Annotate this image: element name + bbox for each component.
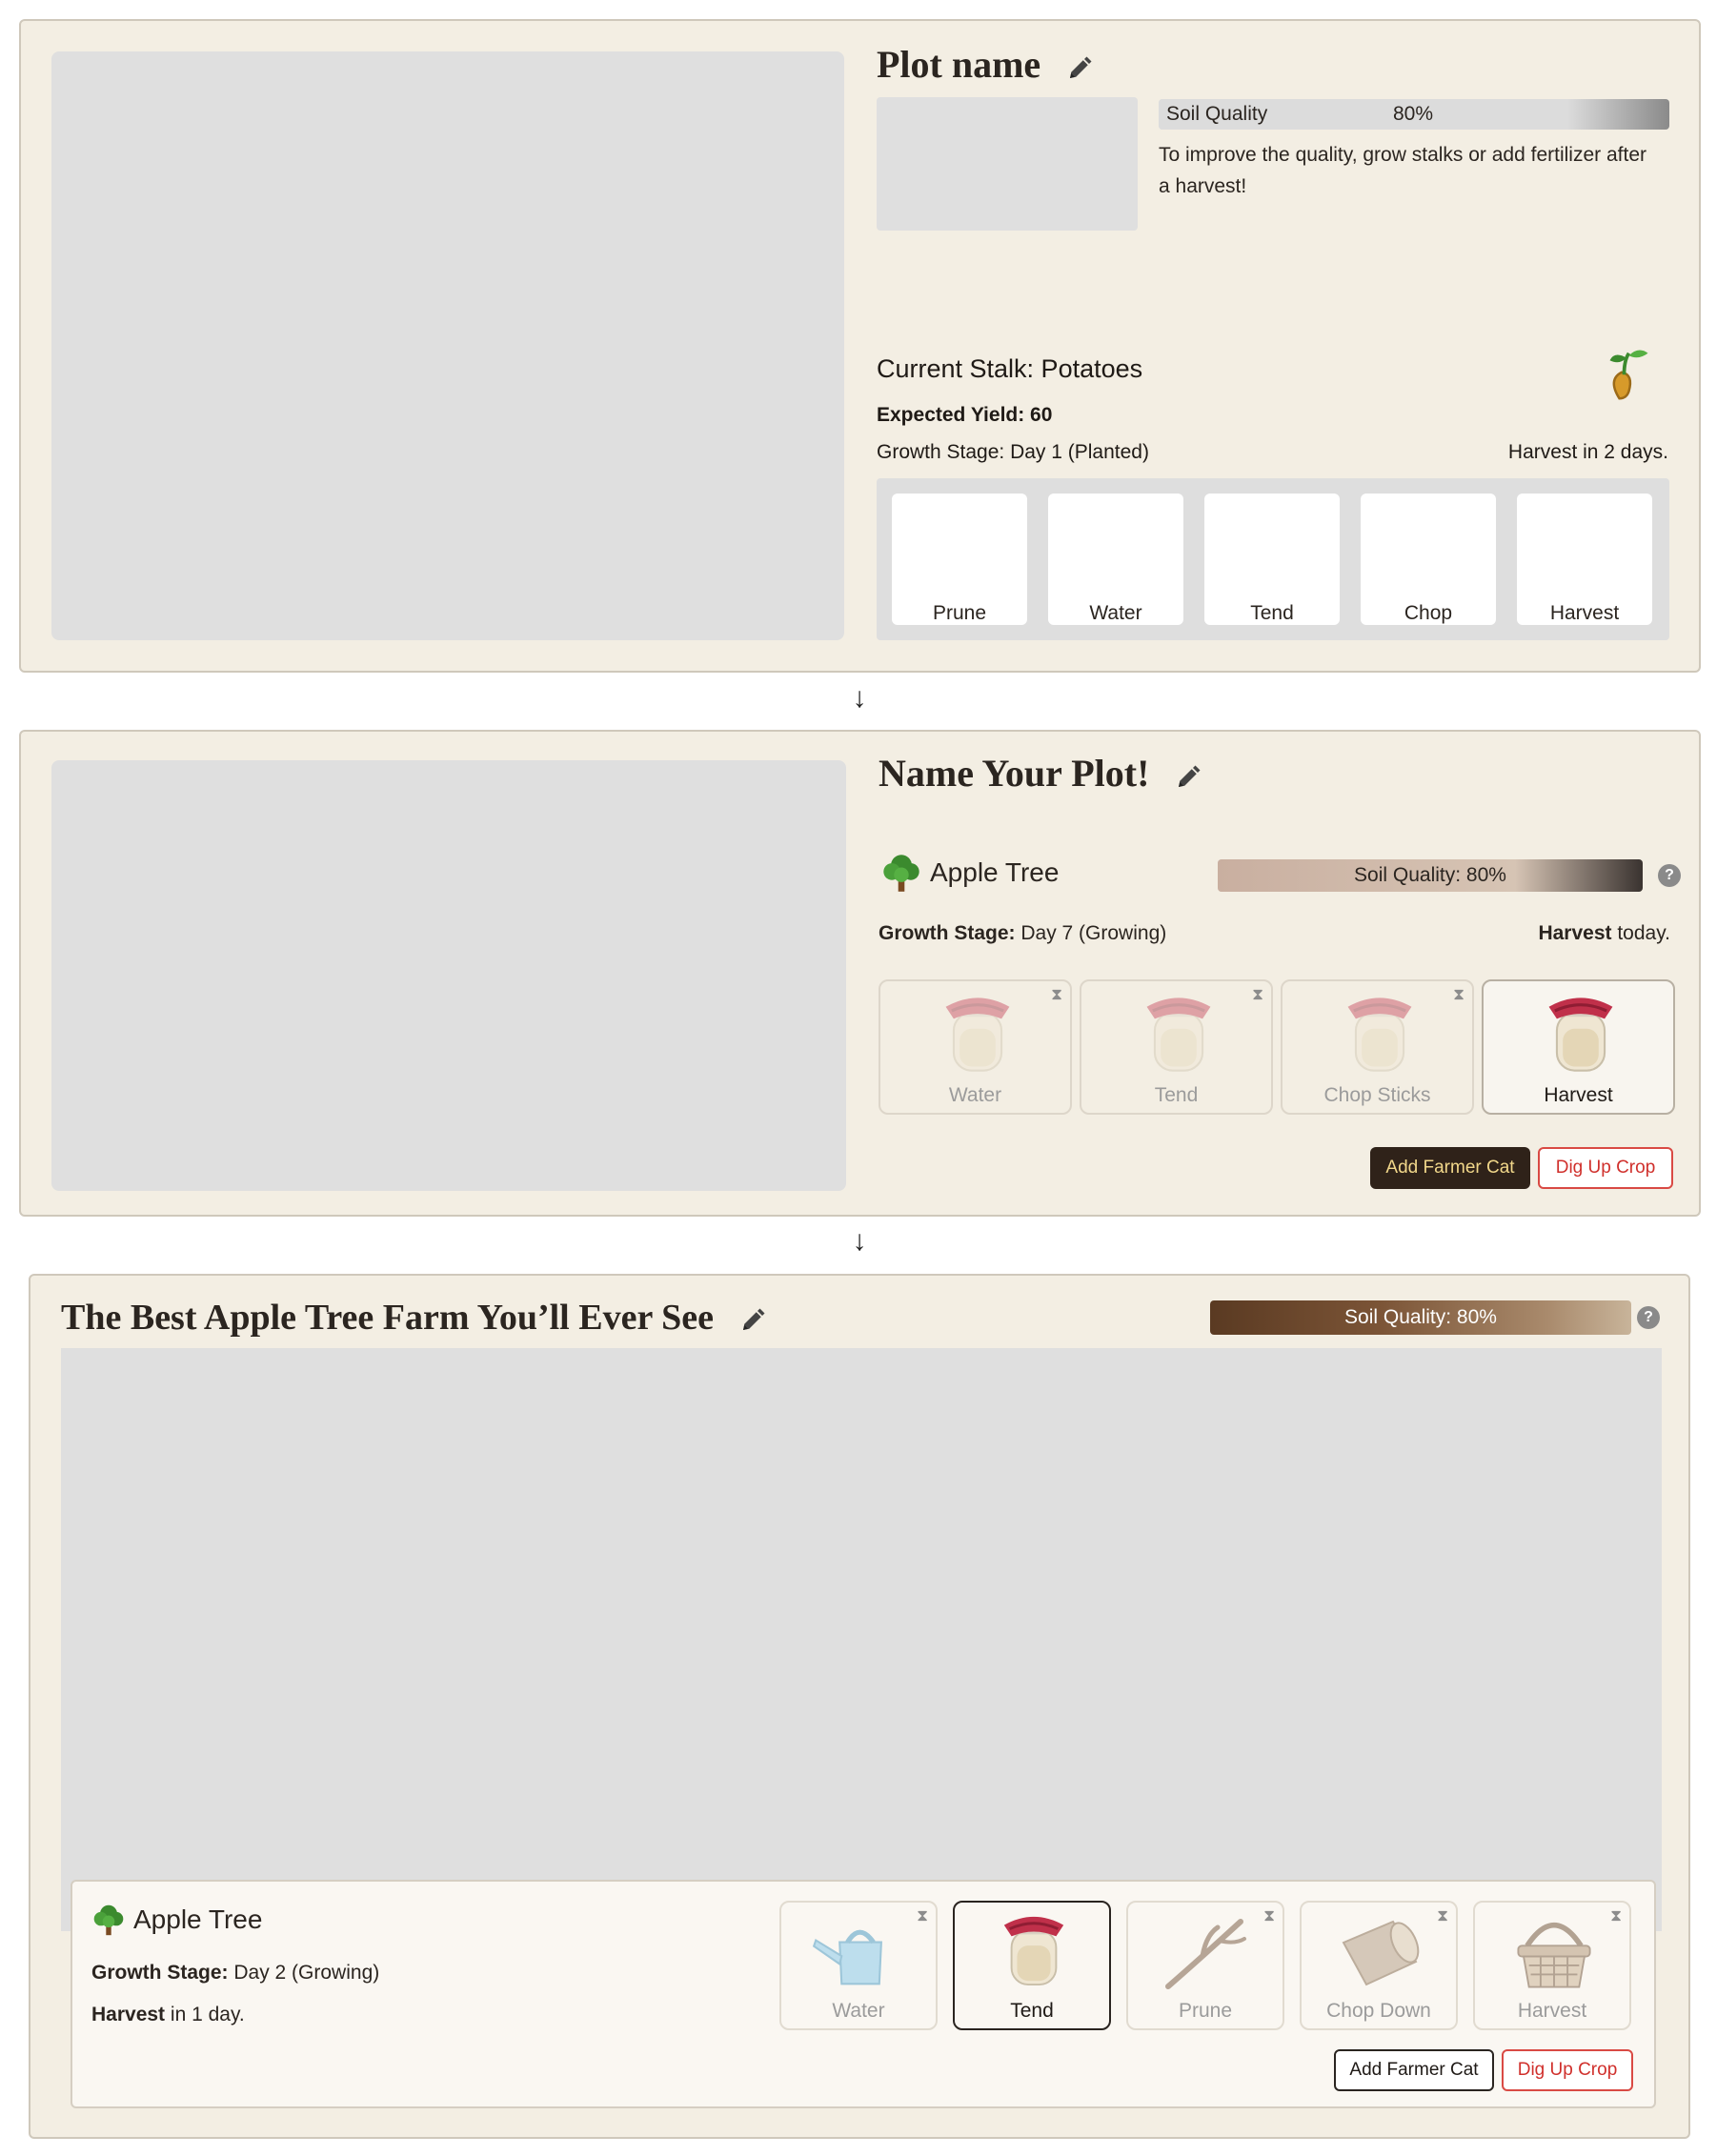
water-label: Water (832, 2000, 885, 2022)
plot-title: The Best Apple Tree Farm You’ll Ever See (61, 1297, 767, 1339)
soil-quality-hint: To improve the quality, grow stalks or a… (1159, 144, 1646, 197)
jar-icon (997, 1908, 1071, 1992)
plot-title-text: Plot name (877, 43, 1041, 86)
prune-action[interactable]: ⧗ Prune (1126, 1901, 1284, 2030)
chop-down-action[interactable]: ⧗ Chop Down (1300, 1901, 1458, 2030)
harvest-label: Harvest (1517, 2000, 1587, 2022)
prune-label: Prune (1178, 2000, 1233, 2022)
harvest-action[interactable]: Harvest (1517, 494, 1652, 625)
prune-label: Prune (932, 602, 987, 624)
prune-action[interactable]: Prune (892, 494, 1027, 625)
pencil-icon[interactable] (1174, 763, 1202, 792)
plot-title: Name Your Plot! (879, 751, 1202, 796)
plot-image-placeholder (51, 760, 846, 1191)
crop-name: Apple Tree (133, 1904, 263, 1934)
hourglass-icon: ⧗ (1263, 1906, 1275, 1924)
harvest-status: Harvest today. (1538, 922, 1670, 945)
action-tray: Prune Water Tend Chop Harvest (877, 478, 1669, 640)
hourglass-icon: ⧗ (1437, 1906, 1448, 1924)
growth-stage-value: Day 7 (Growing) (1020, 922, 1167, 944)
tend-action[interactable]: Tend (1204, 494, 1340, 625)
water-action[interactable]: Water (1048, 494, 1183, 625)
watering-can-icon (810, 1912, 909, 1992)
dig-up-crop-button[interactable]: Dig Up Crop (1502, 2049, 1633, 2091)
pencil-icon[interactable] (738, 1306, 767, 1335)
sprout-icon (1603, 343, 1650, 404)
help-icon[interactable]: ? (1637, 1306, 1660, 1329)
growth-stage: Growth Stage: Day 1 (Planted) (877, 441, 1149, 463)
jar-icon (1541, 989, 1621, 1078)
jar-icon (1340, 989, 1420, 1078)
hourglass-icon: ⧗ (1610, 1906, 1622, 1924)
hourglass-icon: ⧗ (1252, 985, 1263, 1003)
hourglass-icon: ⧗ (1453, 985, 1464, 1003)
chop-sticks-label: Chop Sticks (1323, 1084, 1431, 1106)
harvest-status-label: Harvest (91, 2004, 166, 2025)
tend-label: Tend (1010, 2000, 1054, 2022)
harvest-status: Harvest in 1 day. (91, 2004, 245, 2026)
chop-label: Chop (1404, 602, 1453, 624)
basket-icon (1509, 1908, 1599, 1992)
harvest-status-value: in 1 day. (170, 2004, 245, 2025)
harvest-label: Harvest (1544, 1084, 1613, 1106)
soil-quality-bar: Soil Quality: 80% (1210, 1300, 1631, 1335)
chop-sticks-action[interactable]: ⧗ Chop Sticks (1281, 979, 1474, 1115)
plot-image-placeholder (51, 51, 844, 640)
crop-info-card: Apple Tree Growth Stage: Day 2 (Growing)… (71, 1880, 1656, 2108)
help-icon[interactable]: ? (1658, 864, 1681, 887)
soil-quality-bar: Soil Quality: 80% (1218, 859, 1643, 892)
tend-label: Tend (1250, 602, 1294, 624)
expected-yield: Expected Yield: 60 (877, 404, 1053, 426)
harvest-status-label: Harvest (1538, 922, 1612, 944)
soil-quality-label: Soil Quality (1166, 103, 1268, 125)
water-label: Water (1089, 602, 1142, 624)
plot-title-text: The Best Apple Tree Farm You’ll Ever See (61, 1298, 715, 1338)
harvest-label: Harvest (1549, 602, 1620, 624)
hourglass-icon: ⧗ (917, 1906, 928, 1924)
down-arrow: ↓ (852, 1225, 867, 1257)
down-arrow: ↓ (852, 682, 867, 714)
crop-name: Apple Tree (930, 857, 1060, 887)
growth-stage-value: Day 2 (Growing) (233, 1962, 380, 1984)
plot-panel-3: The Best Apple Tree Farm You’ll Ever See… (29, 1274, 1690, 2139)
soil-quality-label: Soil Quality: 80% (1354, 864, 1506, 886)
harvest-action[interactable]: Harvest (1482, 979, 1675, 1115)
tend-action[interactable]: ⧗ Tend (1080, 979, 1273, 1115)
soil-quality-bar: Soil Quality 80% (1159, 99, 1669, 130)
add-farmer-cat-button[interactable]: Add Farmer Cat (1370, 1147, 1530, 1189)
harvest-countdown: Harvest in 2 days. (1507, 441, 1668, 463)
chop-action[interactable]: Chop (1361, 494, 1496, 625)
jar-icon (938, 989, 1018, 1078)
plot-panel-1: Plot name Soil Quality 80% To improve th… (19, 19, 1701, 673)
harvest-status-value: today. (1617, 922, 1670, 944)
growth-stage: Growth Stage: Day 2 (Growing) (91, 1962, 379, 1985)
crop-thumbnail-placeholder (877, 97, 1138, 231)
add-farmer-cat-button[interactable]: Add Farmer Cat (1334, 2049, 1494, 2091)
growth-stage-label: Growth Stage: (91, 1962, 229, 1984)
plot-title-text: Name Your Plot! (879, 752, 1150, 795)
water-label: Water (948, 1084, 1002, 1106)
tree-icon (880, 850, 922, 896)
chop-down-label: Chop Down (1326, 2000, 1431, 2022)
soil-quality-label: Soil Quality: 80% (1344, 1306, 1497, 1328)
growth-stage-label: Growth Stage: (879, 922, 1016, 944)
tend-action[interactable]: Tend (953, 1901, 1111, 2030)
water-action[interactable]: ⧗ Water (879, 979, 1072, 1115)
log-icon (1332, 1914, 1427, 1990)
hourglass-icon: ⧗ (1051, 985, 1062, 1003)
current-stalk: Current Stalk: Potatoes (877, 354, 1143, 383)
branch-icon (1159, 1914, 1254, 1990)
water-action[interactable]: ⧗ Water (779, 1901, 938, 2030)
soil-quality-value: 80% (1393, 103, 1434, 125)
tree-icon (91, 1901, 126, 1939)
growth-stage: Growth Stage: Day 7 (Growing) (879, 922, 1166, 945)
tend-label: Tend (1154, 1084, 1199, 1106)
dig-up-crop-button[interactable]: Dig Up Crop (1538, 1147, 1673, 1189)
jar-icon (1139, 989, 1219, 1078)
pencil-icon[interactable] (1065, 54, 1094, 83)
harvest-action[interactable]: ⧗ Harvest (1473, 1901, 1631, 2030)
plot-image-placeholder (61, 1348, 1662, 1931)
plot-title: Plot name (877, 42, 1094, 87)
plot-panel-2: Name Your Plot! Apple Tree Soil Quality:… (19, 730, 1701, 1217)
